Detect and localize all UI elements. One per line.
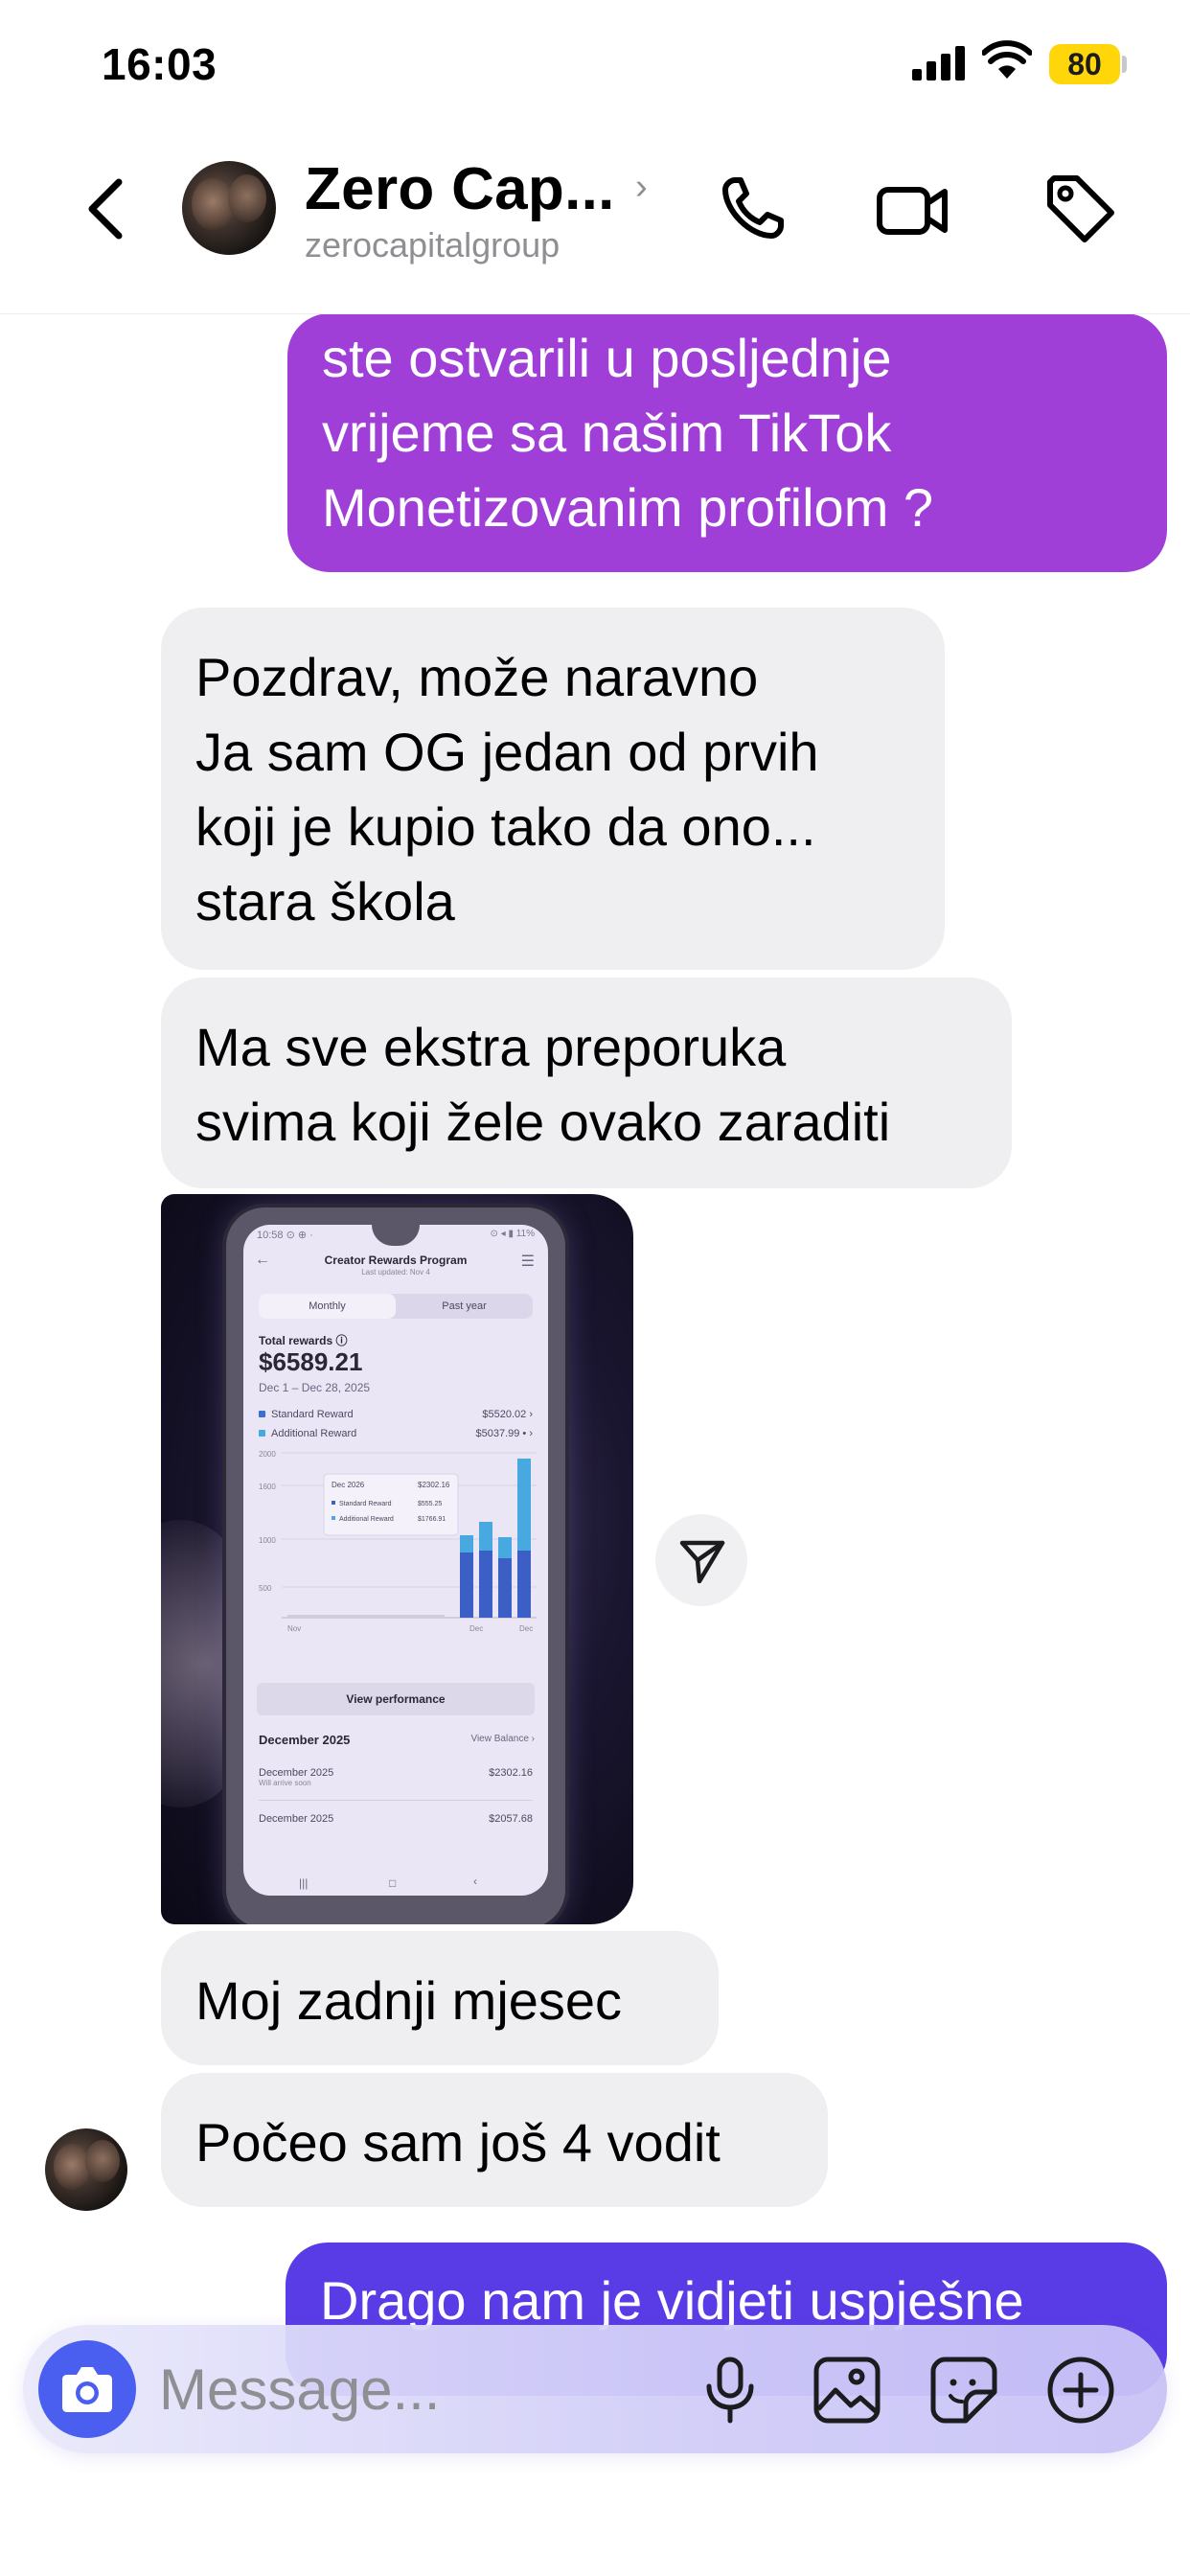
contact-name[interactable]: Zero Cap...: [305, 155, 615, 223]
phone-status-right: ⊙ ◂ ▮ 11%: [490, 1229, 535, 1239]
phone-subtitle: Last updated: Nov 4: [361, 1268, 430, 1276]
message-composer: [23, 2325, 1167, 2453]
x-tick: Dec: [469, 1624, 483, 1633]
divider: [259, 1800, 533, 1801]
camera-button[interactable]: [38, 2340, 136, 2438]
microphone-icon[interactable]: [694, 2354, 767, 2426]
tooltip-total: $2302.16: [418, 1481, 450, 1489]
message-text: Moj zadnji mjesec: [195, 1970, 623, 2031]
additional-reward-dot: [259, 1430, 265, 1437]
message-text: ste ostvarili u posljednje vrijeme sa na…: [322, 328, 934, 538]
message-input[interactable]: [159, 2352, 696, 2426]
view-performance-button: View performance: [257, 1683, 535, 1715]
y-tick: 1000: [259, 1536, 276, 1545]
message-text: Pozdrav, može naravno Ja sam OG jedan od…: [195, 647, 819, 932]
nav-back-icon: ‹: [473, 1874, 477, 1888]
chevron-right-icon[interactable]: ›: [635, 167, 648, 208]
phone-photo: 10:58 ⊙ ⊕ · ⊙ ◂ ▮ 11% ← Creator Rewards …: [226, 1208, 565, 1924]
reward-label: Standard Reward: [271, 1409, 354, 1420]
bar: [498, 1558, 512, 1618]
tooltip-additional-label: Additional Reward: [339, 1516, 394, 1523]
phone-menu-icon: ☰: [520, 1254, 535, 1270]
bar: [479, 1551, 492, 1618]
tooltip-standard-label: Standard Reward: [339, 1501, 392, 1507]
payout-value: $2057.68: [489, 1813, 533, 1825]
sender-avatar[interactable]: [45, 2128, 127, 2211]
bar: [460, 1535, 473, 1552]
phone-notch: [372, 1225, 420, 1246]
total-rewards-value: $6589.21: [259, 1347, 363, 1376]
y-tick: 500: [259, 1584, 272, 1593]
y-tick: 1600: [259, 1483, 276, 1491]
standard-reward-dot: [259, 1411, 265, 1417]
phone-screen: 10:58 ⊙ ⊕ · ⊙ ◂ ▮ 11% ← Creator Rewards …: [243, 1225, 548, 1896]
payout-item: December 2025 $2057.68: [259, 1813, 533, 1825]
incoming-message[interactable]: Pozdrav, može naravno Ja sam OG jedan od…: [161, 608, 945, 970]
video-camera-icon[interactable]: [874, 171, 950, 247]
section-title: December 2025: [259, 1733, 351, 1747]
payout-note: Will arrive soon: [259, 1779, 311, 1787]
bar: [517, 1459, 531, 1551]
phone-toggle: Monthly Past year: [259, 1294, 533, 1319]
date-range: Dec 1 – Dec 28, 2025: [259, 1381, 371, 1394]
toggle-past-year: Past year: [442, 1300, 487, 1312]
reward-value: $5520.02 ›: [482, 1409, 533, 1420]
reward-label: Additional Reward: [271, 1428, 357, 1439]
x-tick: Dec: [519, 1624, 533, 1633]
tag-icon[interactable]: [1042, 171, 1119, 247]
payout-item: December 2025 Will arrive soon $2302.16: [259, 1767, 533, 1787]
back-chevron-icon[interactable]: [77, 171, 134, 247]
avatar[interactable]: [182, 161, 276, 255]
bar: [517, 1551, 531, 1618]
incoming-message[interactable]: Ma sve ekstra preporuka svima koji žele …: [161, 978, 1012, 1188]
image-icon[interactable]: [811, 2354, 883, 2426]
nav-recents-icon: |||: [299, 1876, 309, 1890]
view-balance-link: View Balance ›: [470, 1734, 535, 1744]
plus-circle-icon[interactable]: [1044, 2354, 1117, 2426]
paper-plane-icon[interactable]: [655, 1514, 747, 1606]
tooltip-additional-value: $1766.91: [418, 1516, 446, 1523]
reward-value: $5037.99 • ›: [475, 1428, 533, 1439]
phone-navbar: ||| □ ‹: [243, 1873, 548, 1896]
phone-icon[interactable]: [714, 171, 790, 247]
message-text: Počeo sam još 4 vodit: [195, 2112, 721, 2173]
nav-home-icon: □: [389, 1876, 397, 1890]
payout-label: December 2025: [259, 1767, 334, 1779]
bar: [460, 1552, 473, 1618]
bar: [479, 1522, 492, 1551]
contact-username[interactable]: zerocapitalgroup: [305, 225, 560, 265]
payout-label: December 2025: [259, 1813, 334, 1825]
camera-icon: [62, 2367, 112, 2412]
payout-value: $2302.16: [489, 1767, 533, 1779]
message-text: Ma sve ekstra preporuka svima koji žele …: [195, 1017, 891, 1152]
chat-header: Zero Cap... › zerocapitalgroup: [0, 125, 1190, 314]
toggle-monthly: Monthly: [259, 1294, 396, 1319]
rewards-chart: 2000 1600 1000 500 Dec 2026 $2302.16 Sta…: [259, 1450, 537, 1633]
phone-title: Creator Rewards Program: [324, 1254, 468, 1267]
sticker-icon[interactable]: [927, 2354, 1000, 2426]
outgoing-message[interactable]: ste ostvarili u posljednje vrijeme sa na…: [287, 313, 1167, 572]
incoming-message[interactable]: Moj zadnji mjesec: [161, 1931, 719, 2065]
reward-row: Standard Reward $5520.02 ›: [259, 1409, 533, 1420]
total-rewards-label: Total rewards ⓘ: [259, 1334, 348, 1347]
bar: [498, 1537, 512, 1558]
y-tick: 2000: [259, 1450, 276, 1459]
reward-row: Additional Reward $5037.99 • ›: [259, 1428, 533, 1439]
message-list[interactable]: ste ostvarili u posljednje vrijeme sa na…: [0, 0, 1190, 2576]
x-tick: Nov: [287, 1624, 301, 1633]
photo-message[interactable]: 10:58 ⊙ ⊕ · ⊙ ◂ ▮ 11% ← Creator Rewards …: [161, 1194, 633, 1924]
tooltip-standard-value: $555.25: [418, 1501, 442, 1507]
incoming-message[interactable]: Počeo sam još 4 vodit: [161, 2073, 828, 2207]
phone-status-left: 10:58 ⊙ ⊕ ·: [257, 1230, 313, 1241]
tooltip-date: Dec 2026: [332, 1481, 365, 1489]
